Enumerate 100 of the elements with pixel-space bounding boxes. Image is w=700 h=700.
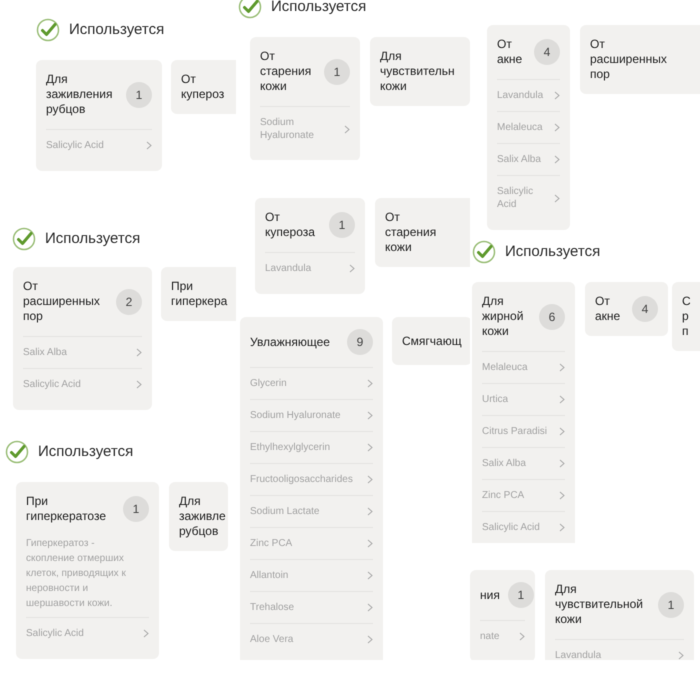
card-title: От акне [497,37,524,67]
ingredient-link[interactable]: Salix Alba [482,447,565,479]
card-title: От расширенных пор [23,279,101,324]
count-badge: 4 [632,296,658,322]
category-card[interactable]: Для жирной кожи 6 Melaleuca Urtica Citrus Paradisi Salix Alba Zinc PCA Salicylic Acid [472,282,575,543]
chevron-right-icon [519,632,525,641]
ingredient-link[interactable]: nate [480,620,525,652]
section-heading: Используется [271,0,366,17]
chevron-right-icon [367,539,373,548]
ingredient-link[interactable]: Sodium Hyaluronate [250,399,373,431]
chevron-right-icon [136,380,142,389]
ingredient-link[interactable]: Glycerin [250,367,373,399]
section-heading: Используется [38,442,134,462]
ingredient-link[interactable]: Salix Alba [497,143,560,175]
category-card[interactable]: От акне 4 Lavandula Melaleuca Salix Alba Salicylic Acid [487,25,570,230]
chevron-right-icon [367,507,373,516]
chevron-right-icon [143,629,149,638]
count-badge: 1 [508,582,534,608]
check-circle-icon [5,440,29,464]
ingredient-link[interactable]: Aloe Vera [250,623,373,655]
ingredient-link[interactable]: Citrus Paradisi [482,415,565,447]
section-heading: Используется [69,20,164,40]
category-card[interactable]: Для чувствительной кожи 1 Lavandula [545,570,694,660]
ingredient-link[interactable]: Fructooligosaccharides [250,463,373,495]
category-card[interactable]: От старения кожи 1 Sodium Hyaluronate [250,37,360,160]
ingredient-link[interactable]: Urtica [482,383,565,415]
card-title: От купероз [181,72,226,102]
category-card[interactable]: От расширенных пор 2 Salix Alba Salicylic Acid [13,267,152,410]
ingredient-link[interactable]: Salicylic Acid [482,511,565,543]
ingredient-link[interactable]: Melaleuca [482,351,565,383]
category-card[interactable]: ния 1 nate [470,570,535,660]
section-heading: Используется [505,242,600,262]
count-badge: 1 [126,82,152,108]
ingredient-link[interactable]: Salicylic Acid [26,617,149,649]
ingredient-link[interactable]: Salicylic Acid [497,175,560,220]
category-card[interactable]: Смягчающ [392,317,470,365]
count-badge: 1 [658,592,684,618]
ingredient-link[interactable]: Salix Alba [23,336,142,368]
card-title: Смягчающ [402,334,462,348]
ingredient-link[interactable]: Lavandula [555,639,684,660]
category-card[interactable]: При гиперкератозе 1 Гиперкератоз - скопление отмерших клеток, приводящих к неровности и шершавости кожи. Salicylic Acid [16,482,159,659]
category-card[interactable]: От акне 4 [585,282,668,336]
category-card[interactable]: С р п [672,282,700,351]
count-badge: 2 [116,288,142,314]
count-badge: 1 [329,212,355,238]
chevron-right-icon [554,91,560,100]
category-card[interactable]: Увлажняющее 9 Glycerin Sodium Hyaluronate Ethylhexylglycerin Fructooligosaccharides Sodium Lactate Zinc PCA Allantoin Trehalose Aloe Vera [240,317,383,660]
ingredient-link[interactable]: Zinc PCA [250,527,373,559]
chevron-right-icon [554,155,560,164]
card-title: От купероза [265,210,316,240]
chevron-right-icon [349,264,355,273]
count-badge: 1 [123,496,149,522]
ingredient-link[interactable]: Lavandula [265,252,355,284]
chevron-right-icon [136,348,142,357]
ingredient-link[interactable]: Melaleuca [497,111,560,143]
ingredient-link[interactable]: Salicylic Acid [46,129,152,161]
ingredient-link[interactable]: Allantoin [250,559,373,591]
chevron-right-icon [146,141,152,150]
card-title: При гиперкератозе [26,494,108,524]
chevron-right-icon [678,651,684,660]
category-card[interactable]: Для заживле рубцов [169,482,228,551]
ingredient-link[interactable]: Trehalose [250,591,373,623]
check-circle-icon [472,240,496,264]
card-title: Для чувствительн кожи [380,49,456,94]
check-circle-icon [36,18,60,42]
ingredient-link[interactable]: Zinc PCA [482,479,565,511]
count-badge: 1 [324,58,350,84]
chevron-right-icon [367,603,373,612]
ingredient-link[interactable]: Sodium Hyaluronate [260,106,350,151]
category-card[interactable]: От старения кожи [375,198,470,267]
card-title: При гиперкера [171,279,228,309]
chevron-right-icon [559,523,565,532]
card-title: ния [480,588,500,602]
ingredient-link[interactable]: Salicylic Acid [23,368,142,400]
count-badge: 9 [347,329,373,355]
card-title: С р п [682,294,691,339]
chevron-right-icon [559,491,565,500]
chevron-right-icon [367,443,373,452]
category-card[interactable]: Для чувствительн кожи [370,37,470,106]
chevron-right-icon [367,635,373,644]
category-card[interactable]: При гиперкера [161,267,236,321]
section-heading: Используется [45,228,140,249]
category-card[interactable]: Для заживления рубцов 1 Salicylic Acid [36,60,162,171]
chevron-right-icon [367,571,373,580]
chevron-right-icon [559,427,565,436]
chevron-right-icon [367,475,373,484]
category-card[interactable]: От купероза 1 Lavandula [255,198,365,294]
ingredient-link[interactable]: Lavandula [497,79,560,111]
chevron-right-icon [344,124,350,134]
card-title: Для жирной кожи [482,294,524,339]
chevron-right-icon [367,379,373,388]
ingredient-link[interactable]: Sodium Lactate [250,495,373,527]
chevron-right-icon [367,411,373,420]
card-title: Для заживле рубцов [179,494,226,539]
card-title: От старения кожи [260,49,312,94]
ingredient-link[interactable]: Ethylhexylglycerin [250,431,373,463]
card-title: От акне [595,294,622,324]
chevron-right-icon [554,123,560,132]
category-card[interactable]: От расширенных пор [580,25,700,94]
category-card[interactable]: От купероз [171,60,236,114]
